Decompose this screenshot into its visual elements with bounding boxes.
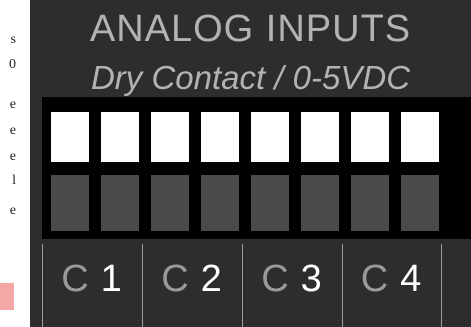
switch-actuator[interactable] xyxy=(301,112,339,162)
strip-char: 0 xyxy=(9,57,16,72)
switch-actuator[interactable] xyxy=(201,112,239,162)
panel-title: ANALOG INPUTS xyxy=(89,8,412,50)
strip-char: e xyxy=(9,97,16,112)
channel-prefix: C xyxy=(261,258,291,300)
channel-prefix: C xyxy=(161,258,191,300)
strip-char: e xyxy=(9,123,16,138)
channel-number: 4 xyxy=(400,258,424,300)
switch-slot xyxy=(51,175,89,231)
analog-inputs-panel: ANALOG INPUTS Dry Contact / 0-5VDC C1 C2… xyxy=(30,0,471,327)
switch-slot xyxy=(401,175,439,231)
channel-number: 2 xyxy=(200,258,224,300)
channel-prefix: C xyxy=(61,258,91,300)
switch-slot xyxy=(201,175,239,231)
strip-char: e xyxy=(9,149,16,164)
page-text-strip: s 0 e e e l e xyxy=(0,0,30,327)
channel-label-c2: C2 xyxy=(142,244,242,327)
switch-actuator[interactable] xyxy=(401,112,439,162)
dip-switch-block xyxy=(42,97,471,239)
channel-label-row: C1 C2 C3 C4 xyxy=(42,244,442,327)
highlight-tab[interactable] xyxy=(0,283,14,310)
channel-number: 3 xyxy=(300,258,324,300)
strip-char: e xyxy=(9,203,16,218)
channel-label-c4: C4 xyxy=(342,244,442,327)
switch-actuator[interactable] xyxy=(151,112,189,162)
switch-actuator[interactable] xyxy=(51,112,89,162)
channel-prefix: C xyxy=(360,258,391,300)
channel-label-c3: C3 xyxy=(242,244,342,327)
switch-slot xyxy=(301,175,339,231)
channel-label-c1: C1 xyxy=(42,244,142,327)
panel-subtitle: Dry Contact / 0-5VDC xyxy=(90,59,411,96)
switch-actuator[interactable] xyxy=(251,112,289,162)
switch-slot xyxy=(101,175,139,231)
switch-actuator[interactable] xyxy=(101,112,139,162)
strip-char: s xyxy=(10,32,16,47)
channel-number: 1 xyxy=(100,258,124,300)
switch-actuator[interactable] xyxy=(351,112,389,162)
switch-slot xyxy=(251,175,289,231)
switch-slot xyxy=(351,175,389,231)
strip-char: l xyxy=(12,173,16,188)
switch-slot xyxy=(151,175,189,231)
